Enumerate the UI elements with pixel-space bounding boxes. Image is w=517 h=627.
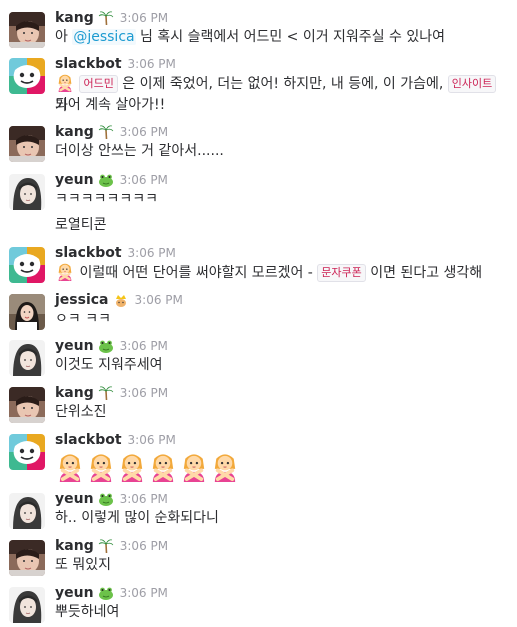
no-good-gesture-emoji [55,450,85,482]
palm-tree-icon [98,538,114,554]
avatar[interactable] [9,540,45,576]
message-text: 또 뭐있지 [55,557,111,573]
sender-name[interactable]: kang [55,538,94,554]
no-good-gesture-emoji [179,450,209,482]
message-text: 단위소진 [55,404,107,420]
message-text: 아 @jessica 님 혹시 슬랙에서 어드민 < 이거 지워주실 수 있나여 [55,26,507,48]
timestamp[interactable]: 3:06 PM [120,11,168,25]
message-text: 로열티콘 [55,217,107,233]
avatar[interactable] [9,340,45,376]
message-header: slackbot 3:06 PM [55,243,176,263]
sender-name[interactable]: slackbot [55,432,122,448]
message-text: 더이상 안쓰는 거 같아서...... [55,143,224,159]
message-text: 이럴때 어떤 단어를 써야할지 모르겠어 - 문자쿠폰 이면 된다고 생각해 [55,261,507,284]
inline-code: 문자쿠폰 [317,264,366,282]
sender-name[interactable]: slackbot [55,56,122,72]
message-header: slackbot 3:06 PM [55,430,176,450]
message-text: 하.. 이렇게 많이 순화되다니 [55,510,219,526]
timestamp[interactable]: 3:06 PM [120,492,168,506]
timestamp[interactable]: 3:06 PM [135,293,183,307]
message-text: 이것도 지워주세여 [55,357,163,373]
message-header: yeun 3:06 PM [55,583,168,603]
inline-code: 어드민 [79,75,118,93]
avatar[interactable] [9,12,45,48]
message-header: yeun 3:06 PM [55,489,168,509]
avatar[interactable] [9,493,45,529]
timestamp[interactable]: 3:06 PM [120,539,168,553]
message-text [55,450,507,482]
timestamp[interactable]: 3:06 PM [120,173,168,187]
message-header: jessica 3:06 PM [55,290,183,310]
sender-name[interactable]: yeun [55,172,94,188]
timestamp[interactable]: 3:06 PM [120,339,168,353]
frog-icon [98,491,114,507]
sender-name[interactable]: jessica [55,292,109,308]
no-good-gesture-emoji [86,450,116,482]
timestamp[interactable]: 3:06 PM [120,386,168,400]
inline-code: 인사이트 [447,75,497,93]
text-segment: 이면 된다고 생각해 [365,265,483,281]
avatar[interactable] [9,174,45,210]
message-header: kang 3:06 PM [55,8,168,28]
no-good-gesture-emoji [55,72,75,92]
message-header: yeun 3:06 PM [55,336,168,356]
frog-icon [98,585,114,601]
avatar[interactable] [9,434,45,470]
text-segment: 이럴때 어떤 단어를 써야할지 모르겠어 - [75,265,318,281]
no-good-gesture-emoji [148,450,178,482]
frog-icon [98,172,114,188]
text-segment: 아 [55,29,73,45]
message-header: kang 3:06 PM [55,383,168,403]
message-text: 되어 계속 살아가!! [55,97,166,113]
message-feed: kang 3:06 PM 아 @jessica 님 혹시 슬랙에서 어드민 < … [0,0,517,627]
no-good-gesture-emoji [210,450,240,482]
mention-link[interactable]: @jessica [72,29,136,45]
avatar[interactable] [9,247,45,283]
message-header: kang 3:06 PM [55,122,168,142]
sender-name[interactable]: yeun [55,491,94,507]
avatar[interactable] [9,58,45,94]
crown-cat-icon [113,292,129,308]
sender-name[interactable]: yeun [55,585,94,601]
message-text: ㅇㅋ ㅋㅋ [55,311,111,327]
message-text: 뿌듯하네여 [55,604,120,620]
sender-name[interactable]: kang [55,124,94,140]
sender-name[interactable]: yeun [55,338,94,354]
palm-tree-icon [98,124,114,140]
message-header: slackbot 3:06 PM [55,54,176,74]
sender-name[interactable]: kang [55,10,94,26]
timestamp[interactable]: 3:06 PM [128,246,176,260]
timestamp[interactable]: 3:06 PM [128,57,176,71]
palm-tree-icon [98,10,114,26]
sender-name[interactable]: slackbot [55,245,122,261]
palm-tree-icon [98,385,114,401]
message-header: kang 3:06 PM [55,536,168,556]
message-text: ㅋㅋㅋㅋㅋㅋㅋㅋ [55,191,159,207]
text-segment: 은 이제 죽었어, 더는 없어! 하지만, 내 등에, 이 가슴에, [117,76,448,92]
avatar[interactable] [9,126,45,162]
no-good-gesture-emoji [55,261,75,281]
avatar[interactable] [9,387,45,423]
sender-name[interactable]: kang [55,385,94,401]
timestamp[interactable]: 3:06 PM [128,433,176,447]
avatar[interactable] [9,294,45,330]
timestamp[interactable]: 3:06 PM [120,586,168,600]
frog-icon [98,338,114,354]
no-good-gesture-emoji [117,450,147,482]
timestamp[interactable]: 3:06 PM [120,125,168,139]
avatar[interactable] [9,587,45,623]
text-segment: 님 혹시 슬랙에서 어드민 < 이거 지워주실 수 있나여 [135,29,445,45]
message-header: yeun 3:06 PM [55,170,168,190]
